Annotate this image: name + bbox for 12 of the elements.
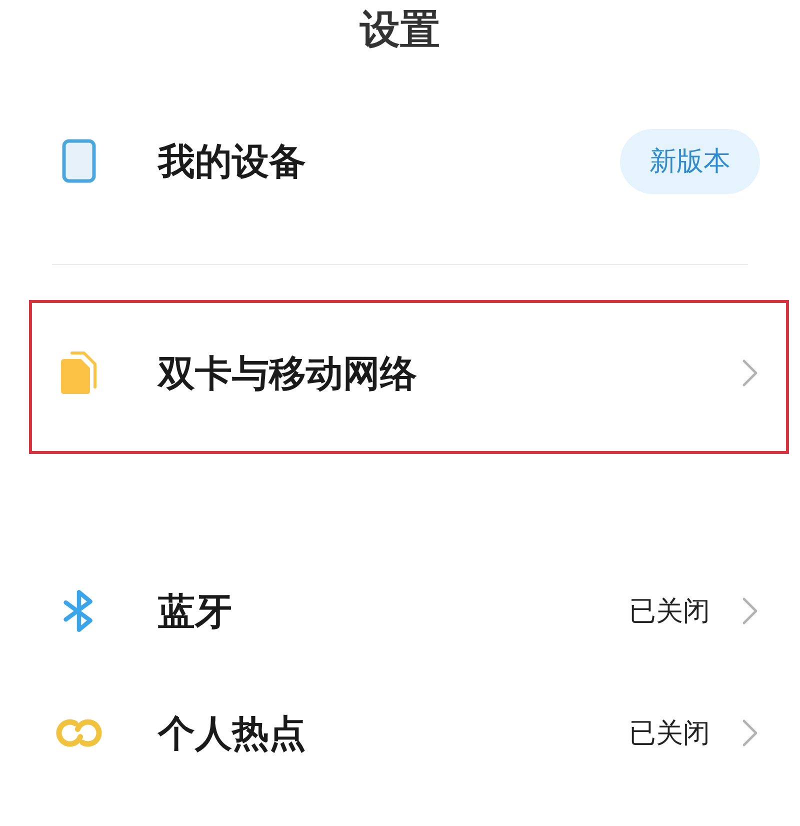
phone-icon xyxy=(62,139,96,183)
chevron-right-icon xyxy=(742,597,758,625)
chevron-right-icon xyxy=(742,359,758,387)
sim-cards-icon xyxy=(59,351,99,395)
status-text: 已关闭 xyxy=(629,720,710,746)
status-text: 已关闭 xyxy=(629,598,710,624)
setting-item[interactable]: 个人热点 xyxy=(158,714,306,752)
setting-item[interactable]: 双卡与移动网络 xyxy=(158,354,417,392)
chevron-right-icon xyxy=(742,719,758,747)
setting-item[interactable]: 蓝牙 xyxy=(158,592,232,630)
setting-item[interactable]: 我的设备 xyxy=(158,142,306,180)
page-title: 设置 xyxy=(360,10,440,50)
